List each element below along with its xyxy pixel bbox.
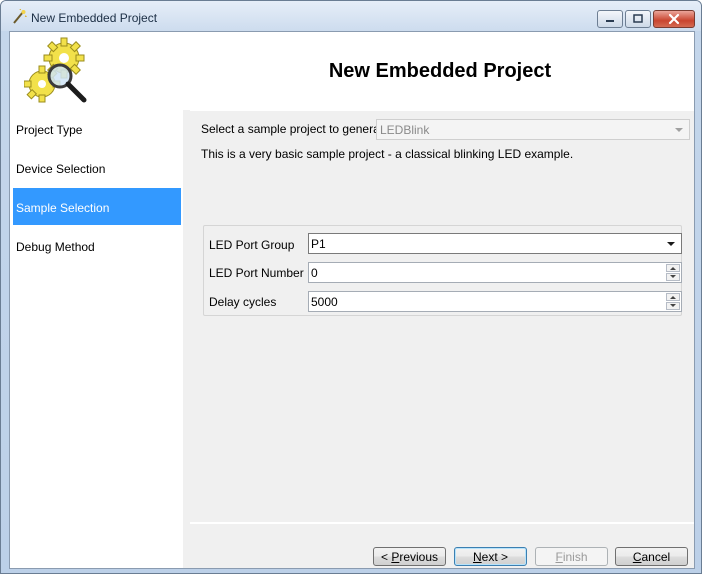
sample-project-label: Select a sample project to generate: [201,122,394,136]
gears-magnifier-logo-icon [24,37,87,103]
finish-accesskey: F [555,549,563,564]
led-port-number-field[interactable]: 0 [308,262,682,283]
maximize-button[interactable] [625,10,651,28]
close-window-button[interactable] [653,10,695,28]
next-accesskey: N [472,549,482,564]
spin-down-icon[interactable] [666,302,680,310]
previous-accesskey: P [391,549,400,564]
spin-down-icon[interactable] [666,273,680,281]
sidebar-item-device-selection[interactable]: Device Selection [13,149,181,186]
chevron-down-icon [667,242,675,246]
dialog-client: New Embedded Project Project Type Device… [9,31,695,569]
maximize-icon [633,14,643,23]
next-button[interactable]: Next > [454,547,527,566]
sample-selection-page: Select a sample project to generate: LED… [190,110,694,522]
sample-project-dropdown[interactable]: LEDBlink [376,119,690,140]
page-title: New Embedded Project [328,60,552,82]
minimize-icon [606,20,614,22]
sample-properties-panel: LED Port Group P1 LED Port Number 0 Dela… [203,225,682,316]
minimize-button[interactable] [597,10,623,28]
cancel-button[interactable]: Cancel [615,547,688,566]
sidebar-item-sample-selection[interactable]: Sample Selection [13,188,181,225]
led-port-group-value: P1 [311,237,326,251]
wizard-wand-icon [13,9,27,24]
led-port-number-value: 0 [311,266,318,280]
led-port-number-spinner[interactable] [666,264,680,281]
next-label: ext > [481,549,509,564]
finish-label: inish [562,549,588,564]
previous-prefix: < [380,549,392,564]
previous-label: revious [399,549,439,564]
sidebar-item-debug-method[interactable]: Debug Method [13,227,181,264]
sidebar-item-project-type[interactable]: Project Type [13,110,181,147]
spin-up-icon[interactable] [666,293,680,301]
previous-button[interactable]: < Previous [373,547,446,566]
led-port-group-label: LED Port Group [209,238,295,252]
wizard-steps-sidebar: Project Type Device Selection Sample Sel… [10,110,183,568]
close-icon [668,13,680,25]
chevron-down-icon [675,128,683,132]
sample-project-value: LEDBlink [380,123,430,137]
led-port-number-label: LED Port Number [209,266,304,280]
title-bar: New Embedded Project [1,1,701,31]
window-title: New Embedded Project [31,11,158,25]
cancel-accesskey: C [632,549,642,564]
delay-cycles-field[interactable]: 5000 [308,291,682,312]
led-port-group-dropdown[interactable]: P1 [308,233,682,254]
delay-cycles-value: 5000 [311,295,338,309]
wizard-header: New Embedded Project [10,32,694,110]
dialog-window: New Embedded Project New Embedded Projec… [0,0,702,574]
wizard-button-bar: < Previous Next > Finish Cancel [190,522,694,568]
sample-description: This is a very basic sample project - a … [201,147,574,161]
delay-cycles-label: Delay cycles [209,295,277,309]
delay-cycles-spinner[interactable] [666,293,680,310]
finish-button[interactable]: Finish [535,547,608,566]
cancel-label: ancel [641,549,671,564]
spin-up-icon[interactable] [666,264,680,272]
